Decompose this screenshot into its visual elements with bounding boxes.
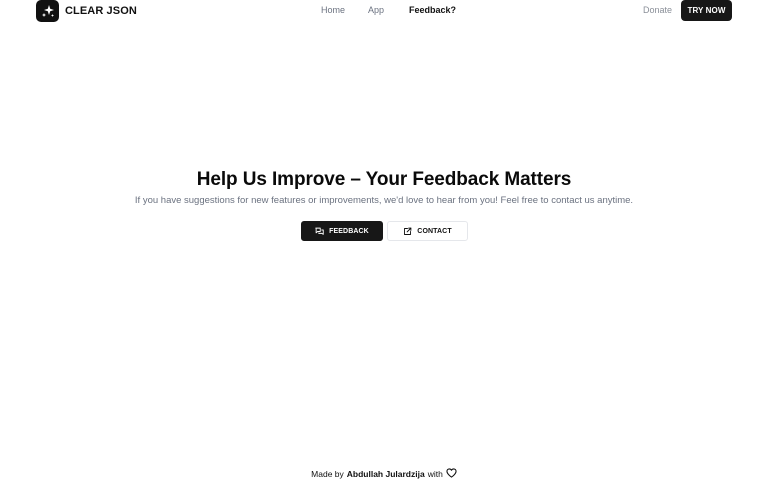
top-navbar: CLEAR JSON Home App Feedback? Donate TRY… [0,0,768,22]
contact-button[interactable]: CONTACT [387,221,468,241]
nav-link-home[interactable]: Home [321,5,345,15]
feedback-button[interactable]: FEEDBACK [301,221,383,241]
donate-link[interactable]: Donate [643,5,672,15]
hero-actions: FEEDBACK CONTACT [301,221,468,241]
nav-link-feedback[interactable]: Feedback? [409,5,456,15]
footer: Made by Abdullah Julardzija with [0,468,768,480]
nav-link-app[interactable]: App [368,5,384,15]
page-subtitle: If you have suggestions for new features… [134,195,634,206]
footer-suffix: with [427,469,443,479]
heart-icon [446,468,457,480]
external-link-icon [403,227,412,236]
footer-author-link[interactable]: Abdullah Julardzija [347,469,425,479]
page: CLEAR JSON Home App Feedback? Donate TRY… [0,0,768,480]
try-now-button[interactable]: TRY NOW [681,0,732,21]
feedback-button-label: FEEDBACK [329,227,369,235]
message-squares-icon [315,227,324,236]
footer-prefix: Made by [311,469,344,479]
contact-button-label: CONTACT [417,227,452,235]
page-title: Help Us Improve – Your Feedback Matters [196,169,572,190]
